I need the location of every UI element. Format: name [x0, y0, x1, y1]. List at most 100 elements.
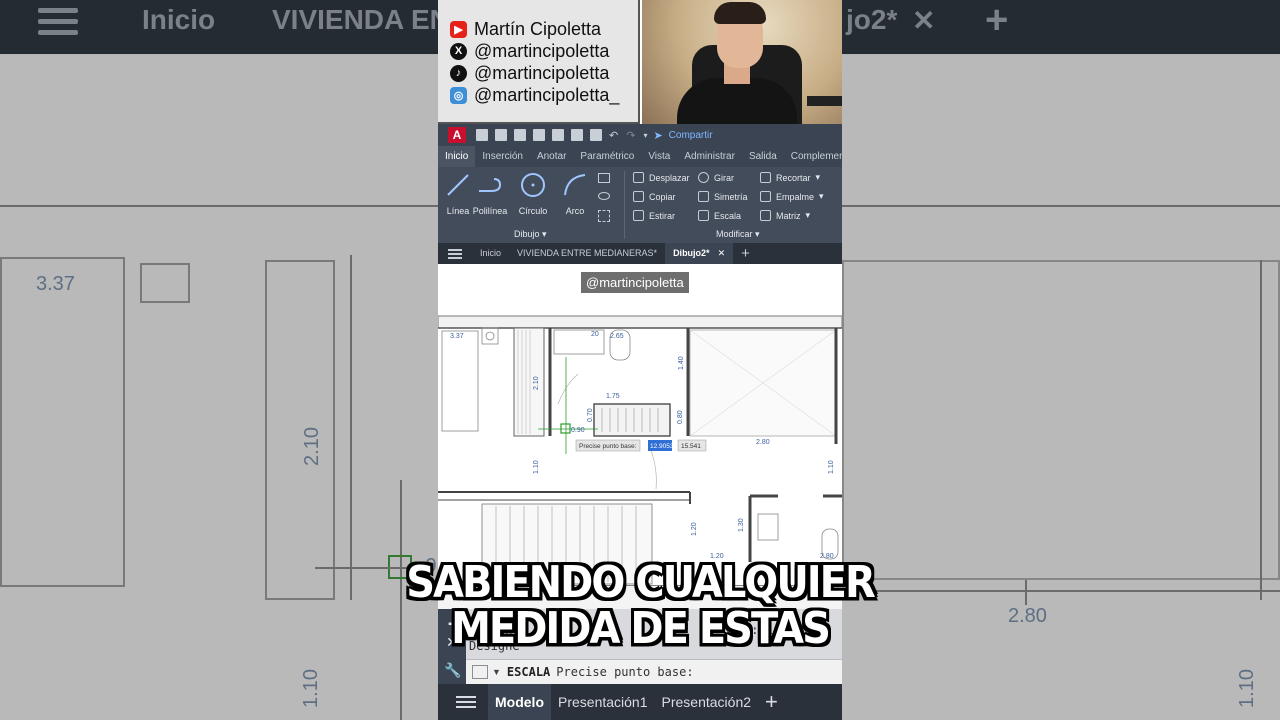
- rotate-icon: [698, 172, 709, 183]
- x-handle: @martincipoletta: [474, 40, 610, 61]
- scale-button[interactable]: Escala: [698, 210, 741, 221]
- quick-access-toolbar: A ↶ ↷ ▾ ➤ Compartir: [438, 124, 842, 146]
- application-button[interactable]: A: [448, 127, 466, 143]
- center-column: ▶ Martín Cipoletta X @martincipoletta ♪ …: [438, 0, 842, 720]
- save-icon[interactable]: [514, 129, 526, 141]
- dynamic-input-x[interactable]: 12.9053: [650, 443, 674, 450]
- ribbon-tab-inicio[interactable]: Inicio: [438, 146, 476, 167]
- stretch-button[interactable]: Estirar: [633, 210, 675, 221]
- plan-dim: 1.30: [738, 518, 745, 532]
- ellipse-icon[interactable]: [598, 192, 610, 200]
- command-line: ▪▪▪ ✕ 🔧 Designe sta: 1 en Designe ▼ ESCAL…: [438, 609, 842, 684]
- hatch-icon[interactable]: [598, 210, 610, 222]
- file-tab-dibujo2[interactable]: Dibujo2* ✕: [665, 243, 734, 264]
- arc-tool-label: Arco: [565, 206, 585, 216]
- command-input[interactable]: ▼ ESCALA Precise punto base:: [466, 659, 842, 684]
- copy-button[interactable]: Copiar: [633, 191, 676, 202]
- share-button[interactable]: Compartir: [669, 130, 713, 141]
- customize-chevron-icon[interactable]: ▾: [643, 131, 647, 140]
- menu-icon[interactable]: [456, 693, 476, 711]
- plan-dim: 1.10: [828, 460, 835, 474]
- redo-icon[interactable]: ↷: [626, 129, 635, 142]
- plan-dim: 0.90: [571, 427, 585, 434]
- modify-panel-label[interactable]: Modificar ▾: [716, 229, 760, 240]
- save-as-icon[interactable]: [533, 129, 545, 141]
- rotate-button[interactable]: Girar: [698, 172, 734, 183]
- ribbon-tab-vista[interactable]: Vista: [641, 146, 677, 167]
- ribbon-panel: Línea Polilínea Círculo Arco Desplazar C…: [438, 167, 842, 243]
- plan-dim: 3.37: [450, 333, 464, 340]
- file-tab-vivienda[interactable]: VIVIENDA ENTRE MEDIANERAS*: [509, 243, 665, 264]
- rectangle-icon[interactable]: [598, 173, 610, 183]
- mirror-label: Simetría: [714, 191, 748, 202]
- tiktok-icon: ♪: [450, 64, 467, 82]
- new-tab-plus-icon[interactable]: +: [733, 243, 758, 264]
- share-icon[interactable]: ➤: [653, 129, 662, 142]
- command-history-line: Designe sta: 1 en: [469, 623, 795, 637]
- polyline-tool-button[interactable]: Polilínea: [470, 171, 510, 216]
- layout-tabs: Modelo Presentación1 Presentación2 +: [438, 684, 842, 720]
- polyline-icon: [479, 178, 502, 192]
- trim-label: Recortar: [776, 172, 811, 183]
- channel-name: Martín Cipoletta: [474, 18, 602, 39]
- file-tab-inicio[interactable]: Inicio: [472, 243, 509, 264]
- ribbon-tab-parametrico[interactable]: Paramétrico: [573, 146, 641, 167]
- stretch-icon: [633, 210, 644, 221]
- add-layout-plus-icon[interactable]: +: [758, 684, 785, 720]
- layout-tab-presentacion2[interactable]: Presentación2: [655, 684, 759, 720]
- ribbon-tab-salida[interactable]: Salida: [742, 146, 784, 167]
- social-row-youtube: ▶ Martín Cipoletta: [450, 18, 601, 40]
- file-tab-dibujo2-label: Dibujo2*: [673, 248, 710, 258]
- video-frame: Inicio VIVIENDA EN jo2* ✕ + 3.37 2.10 2.…: [0, 0, 1280, 720]
- layout-tab-modelo[interactable]: Modelo: [488, 684, 551, 720]
- scale-label: Escala: [714, 210, 742, 221]
- open-web-icon[interactable]: [552, 129, 564, 141]
- fillet-label: Empalme: [776, 191, 815, 202]
- undo-icon[interactable]: ↶: [609, 129, 618, 142]
- wrench-icon[interactable]: 🔧: [444, 662, 461, 678]
- plan-dim: 2.80: [820, 553, 834, 560]
- fillet-button[interactable]: Empalme ▾: [760, 191, 824, 202]
- circle-tool-button[interactable]: Círculo: [513, 171, 553, 216]
- youtube-icon: ▶: [450, 20, 467, 38]
- plan-dim: 2.10: [533, 376, 540, 390]
- arc-tool-button[interactable]: Arco: [555, 171, 595, 216]
- dynamic-input-y[interactable]: 15.541: [681, 443, 701, 450]
- grip-icon[interactable]: ▪▪▪: [444, 617, 460, 633]
- trim-icon: [760, 172, 771, 183]
- ribbon-tabs: Inicio Inserción Anotar Paramétrico Vist…: [438, 146, 842, 167]
- chevron-down-icon[interactable]: ▼: [492, 667, 501, 677]
- copy-label: Copiar: [649, 191, 676, 202]
- webcam-feed: [642, 0, 842, 124]
- new-file-icon[interactable]: [476, 129, 488, 141]
- draw-panel-label[interactable]: Dibujo ▾: [514, 229, 547, 240]
- menu-icon[interactable]: [448, 247, 462, 261]
- rotate-label: Girar: [714, 172, 734, 183]
- plan-dim: 2.80: [756, 439, 770, 446]
- print-icon[interactable]: [590, 129, 602, 141]
- move-button[interactable]: Desplazar: [633, 172, 690, 183]
- array-icon: [760, 210, 771, 221]
- open-file-icon[interactable]: [495, 129, 507, 141]
- ribbon-tab-insercion[interactable]: Inserción: [475, 146, 530, 167]
- drawing-canvas[interactable]: 3.37 2.65 2.10 1.75 1.40 0.70 0.80 2.80 …: [438, 264, 842, 609]
- array-button[interactable]: Matriz ▾: [760, 210, 810, 221]
- ribbon-tab-complementos[interactable]: Complemento: [784, 146, 842, 167]
- autocad-window: A ↶ ↷ ▾ ➤ Compartir Inicio Inserción Ano…: [438, 124, 842, 720]
- plan-dim: 1.10: [533, 460, 540, 474]
- mirror-button[interactable]: Simetría: [698, 191, 748, 202]
- plan-dim: 1.20: [691, 522, 698, 536]
- plan-dim: 0.80: [677, 410, 684, 424]
- close-icon[interactable]: ✕: [718, 248, 726, 258]
- ribbon-tab-administrar[interactable]: Administrar: [677, 146, 742, 167]
- layout-tab-presentacion1[interactable]: Presentación1: [551, 684, 655, 720]
- polyline-tool-label: Polilínea: [472, 206, 508, 216]
- close-icon[interactable]: ✕: [444, 634, 460, 650]
- line-icon: [447, 174, 469, 196]
- circle-tool-label: Círculo: [518, 206, 548, 216]
- save-web-icon[interactable]: [571, 129, 583, 141]
- trim-button[interactable]: Recortar ▾: [760, 172, 820, 183]
- move-label: Desplazar: [649, 172, 690, 183]
- circle-icon: [521, 173, 545, 197]
- ribbon-tab-anotar[interactable]: Anotar: [530, 146, 573, 167]
